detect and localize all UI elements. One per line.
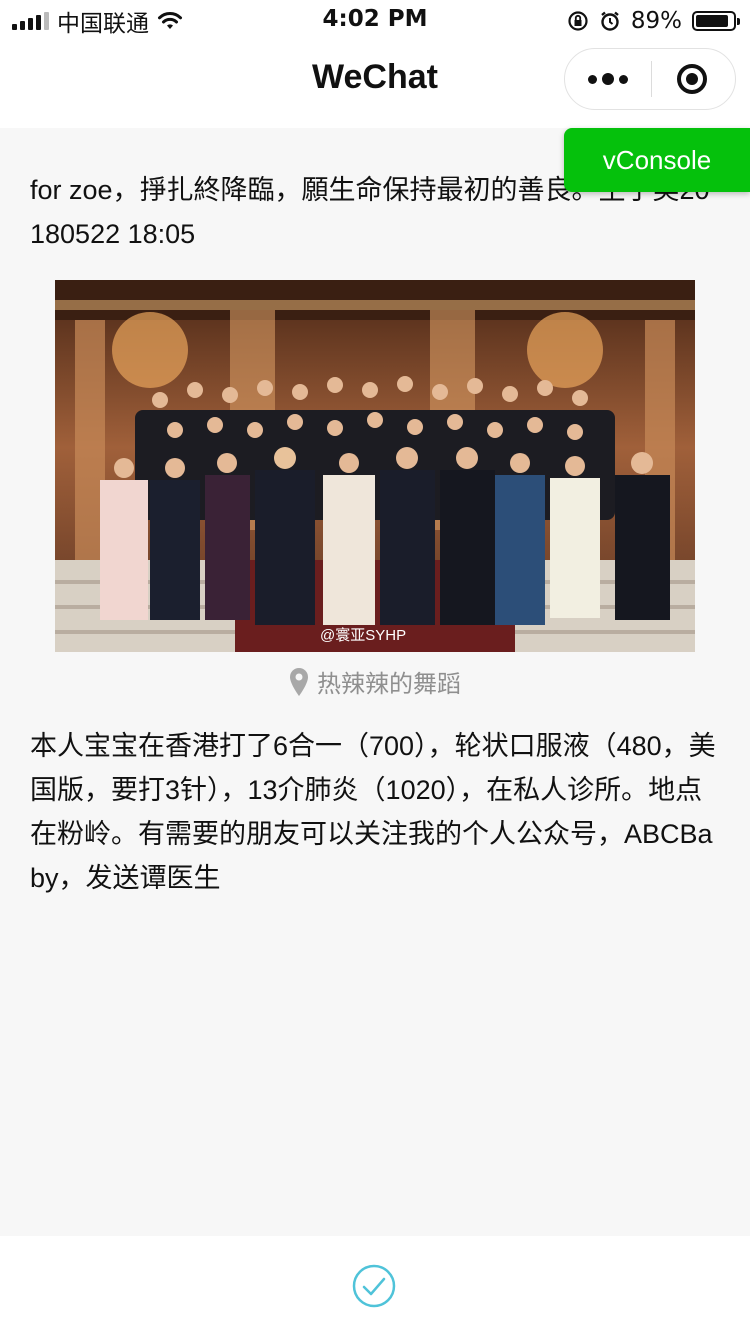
orientation-lock-icon	[568, 11, 588, 31]
more-dots-icon	[588, 74, 597, 84]
bottom-bar	[0, 1236, 750, 1334]
nav-bar: WeChat	[0, 40, 750, 128]
post-body-text: 本人宝宝在香港打了6合一（700），轮状口服液（480，美国版，要打3针），13…	[30, 731, 716, 893]
location-label: 热辣辣的舞蹈	[317, 670, 461, 698]
alarm-clock-icon	[601, 11, 619, 31]
location-pin-icon	[290, 667, 308, 696]
status-right: 89%	[567, 6, 740, 36]
close-miniprogram-button[interactable]	[649, 49, 735, 109]
post-photo[interactable]: @寰亚SYHP	[55, 280, 695, 652]
more-button[interactable]	[565, 49, 651, 109]
close-miniprogram-icon	[677, 64, 707, 94]
post-content: for zoe，掙扎終降臨，願生命保持最初的善良。生于美20180522 18:…	[0, 128, 750, 1236]
vconsole-button[interactable]: vConsole	[564, 128, 750, 192]
battery-percent: 89%	[630, 8, 682, 34]
photo-watermark: @寰亚SYHP	[320, 626, 406, 644]
location-tag[interactable]: 热辣辣的舞蹈	[0, 664, 750, 699]
group-photo-image: @寰亚SYHP	[55, 280, 695, 652]
status-bar: 中国联通 4:02 PM 89%	[0, 0, 750, 40]
battery-fill	[696, 15, 729, 27]
check-circle-icon[interactable]	[352, 1264, 396, 1308]
battery-icon	[692, 11, 740, 31]
miniprogram-capsule	[564, 48, 736, 110]
